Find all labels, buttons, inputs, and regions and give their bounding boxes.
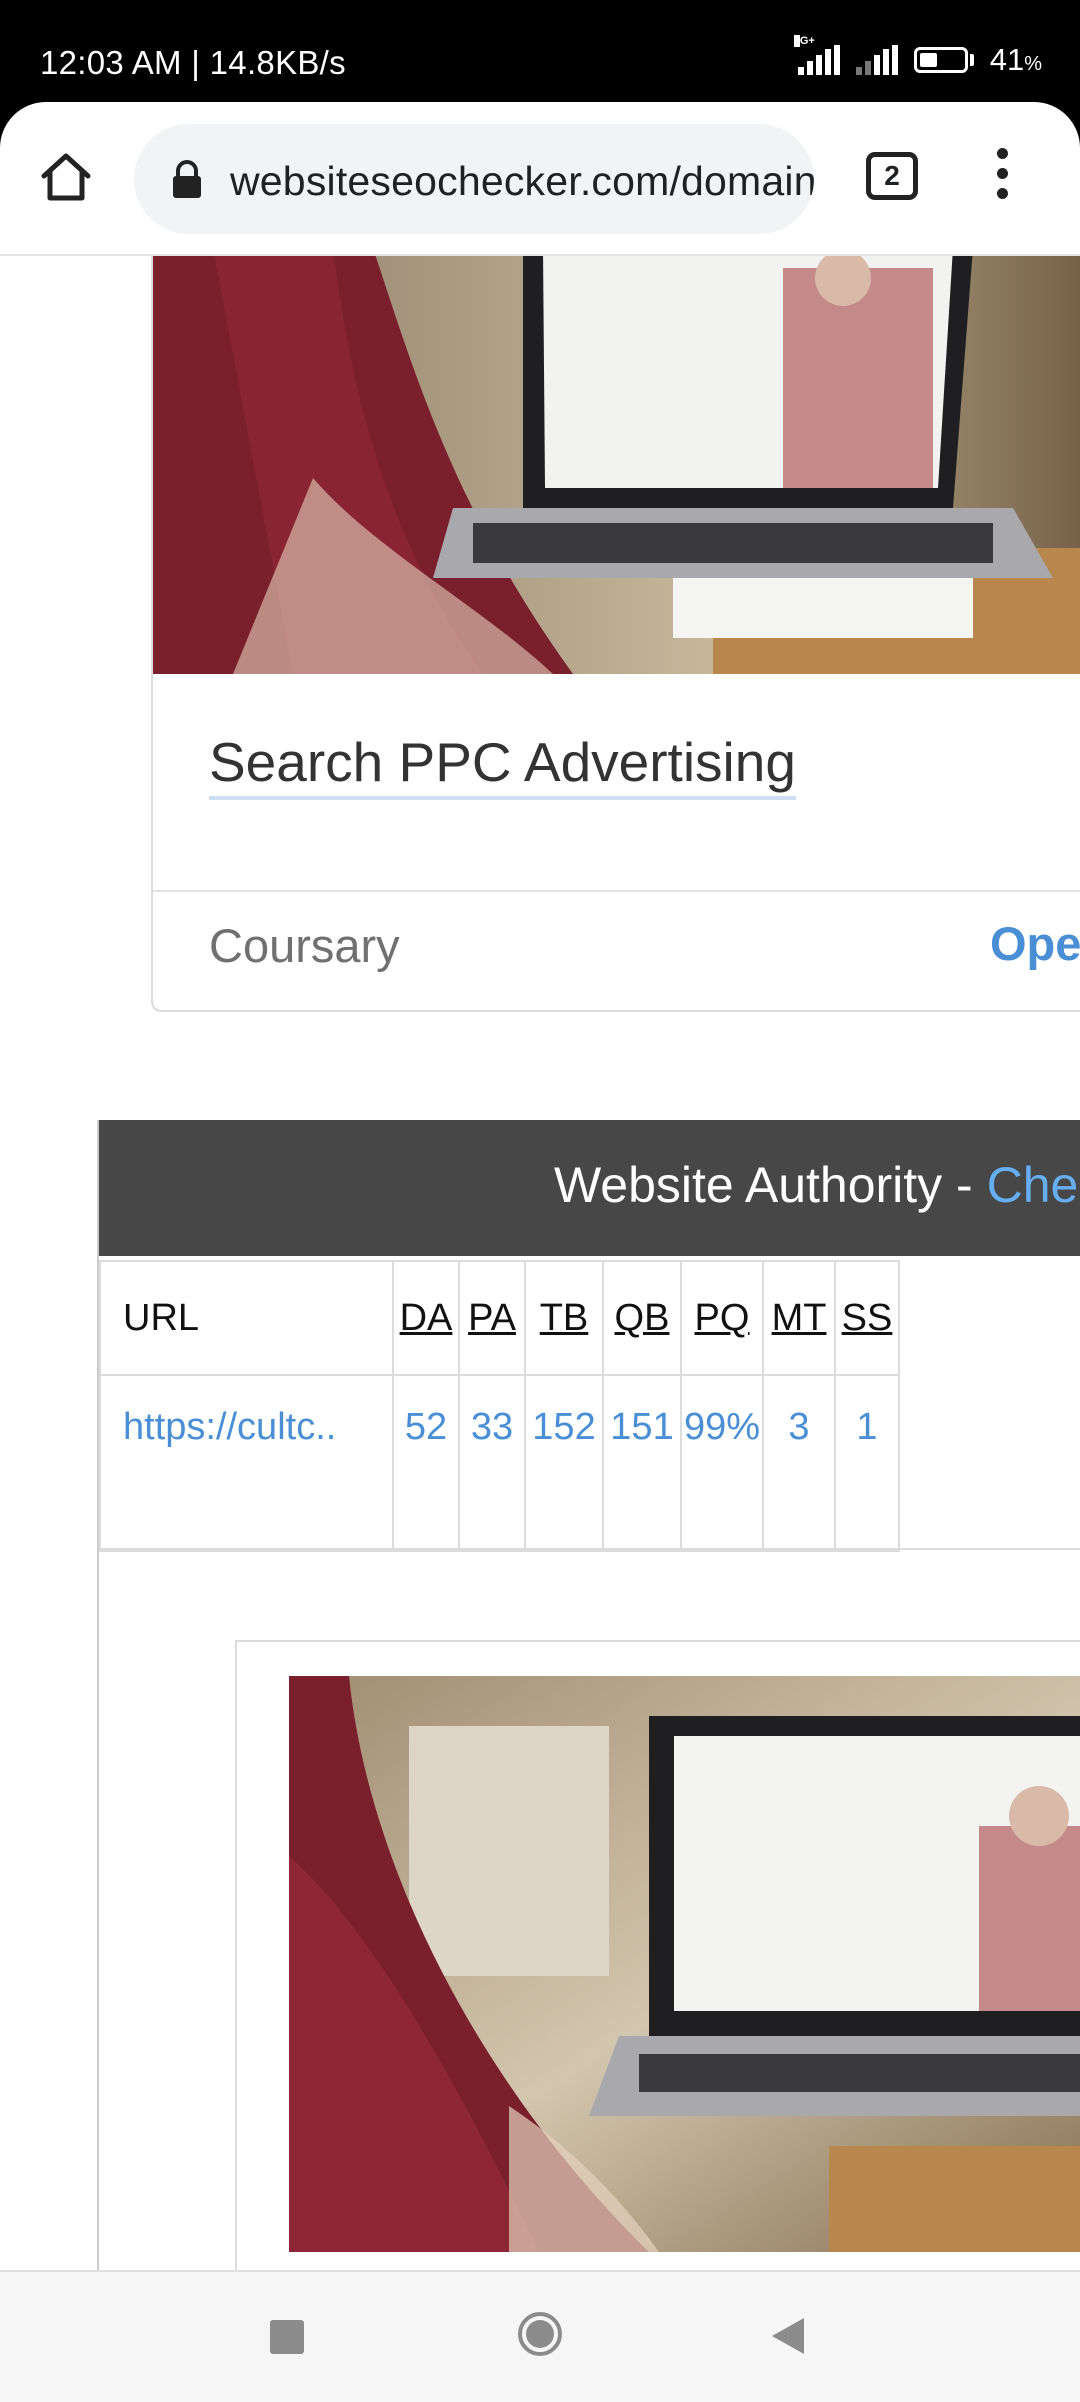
course-card[interactable]: Search PPC Advertising Coursary Open (151, 256, 1080, 1012)
website-authority-section: Website Authority - Check URL DA PA TB Q… (97, 1120, 1080, 2270)
column-header-pq[interactable]: PQ (680, 1260, 764, 1376)
cell-mt: 3 (762, 1374, 836, 1552)
column-header-url: URL (99, 1260, 394, 1376)
cell-tb: 152 (524, 1374, 604, 1552)
battery-level (919, 53, 937, 67)
ad-image (289, 1676, 1080, 2252)
cellular-signal-2-icon (855, 45, 898, 75)
page-content: Search PPC Advertising Coursary Open Web… (0, 256, 1080, 2270)
lock-icon (173, 160, 201, 198)
column-header-da[interactable]: DA (392, 1260, 460, 1376)
authority-header: Website Authority - Check (99, 1120, 1080, 1256)
recents-icon[interactable] (270, 2320, 304, 2354)
check-link[interactable]: Check (987, 1157, 1080, 1213)
course-provider: Coursary (209, 919, 400, 972)
authority-table: URL DA PA TB QB PQ MT SS https://cultc..… (99, 1260, 900, 1552)
system-nav-bar (0, 2270, 1080, 2402)
address-bar[interactable]: websiteseochecker.com/domain-authority-c… (134, 124, 814, 234)
open-course-link[interactable]: Open (990, 916, 1080, 971)
column-header-tb[interactable]: TB (524, 1260, 604, 1376)
cell-pq: 99% (680, 1374, 764, 1552)
column-header-qb[interactable]: QB (602, 1260, 682, 1376)
home-icon[interactable] (38, 148, 94, 204)
column-header-pa[interactable]: PA (458, 1260, 526, 1376)
column-header-ss[interactable]: SS (834, 1260, 900, 1376)
cell-da: 52 (392, 1374, 460, 1552)
status-icons: 4G+ 41% (793, 35, 1042, 80)
course-image (153, 256, 1080, 674)
column-header-mt[interactable]: MT (762, 1260, 836, 1376)
home-circle-icon[interactable] (516, 2310, 564, 2358)
back-icon[interactable] (770, 2316, 806, 2356)
battery-icon (913, 47, 974, 73)
course-title[interactable]: Search PPC Advertising (209, 730, 796, 800)
tab-switcher-button[interactable]: 2 (866, 152, 918, 200)
cell-qb: 151 (602, 1374, 682, 1552)
table-row: https://cultc.. 52 33 152 151 99% 3 1 (99, 1374, 900, 1552)
cell-ss: 1 (834, 1374, 900, 1552)
status-bar: 12:03 AM | 14.8KB/s 4G+ 41% (0, 0, 1080, 102)
authority-title: Website Authority - Check (554, 1156, 1080, 1214)
url-text[interactable]: websiteseochecker.com/domain-authority-c… (230, 158, 814, 205)
table-header-row: URL DA PA TB QB PQ MT SS (99, 1260, 900, 1376)
ad-frame (99, 1548, 1080, 2270)
cell-url[interactable]: https://cultc.. (99, 1374, 394, 1552)
course-card-footer: Coursary Open (153, 890, 1080, 1010)
status-time: 12:03 AM | 14.8KB/s (40, 44, 346, 81)
cellular-signal-icon: 4G+ (793, 35, 840, 75)
browser-toolbar: websiteseochecker.com/domain-authority-c… (0, 102, 1080, 256)
battery-percent: 41% (989, 42, 1042, 77)
more-vert-icon[interactable] (990, 148, 1014, 208)
cell-pa: 33 (458, 1374, 526, 1552)
network-type-label: 4G+ (793, 35, 815, 47)
ad-card[interactable] (235, 1640, 1080, 2270)
